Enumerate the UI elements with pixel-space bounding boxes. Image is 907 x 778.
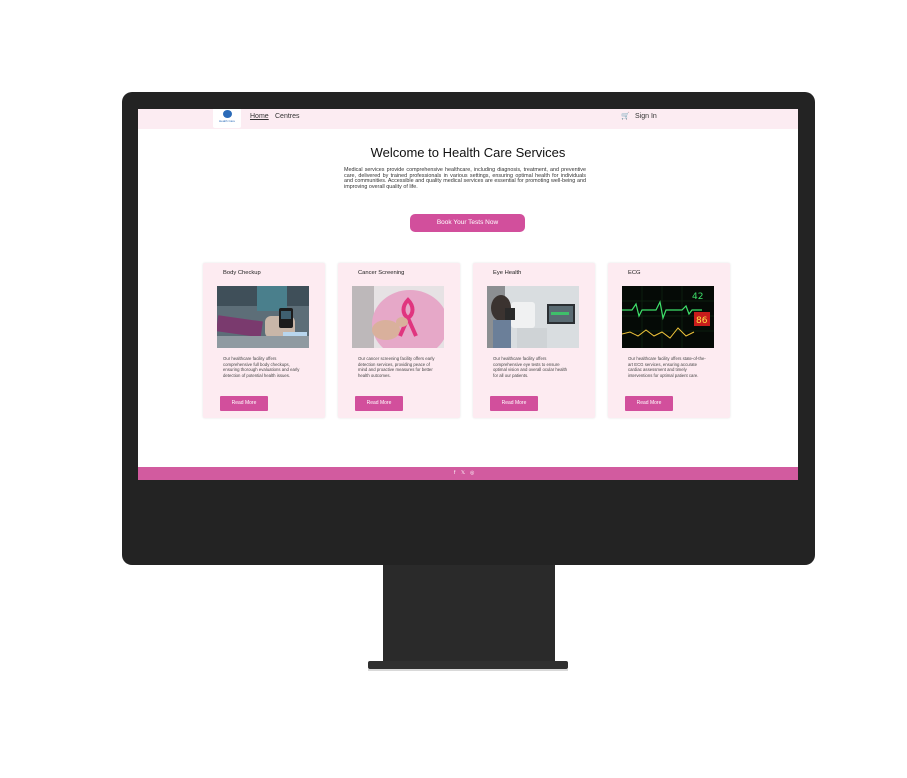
card-title: ECG [628, 270, 641, 276]
facebook-icon[interactable]: f [454, 470, 455, 476]
card-title: Body Checkup [223, 270, 261, 276]
book-tests-button[interactable]: Book Your Tests Now [410, 214, 525, 232]
nav-link-centres[interactable]: Centres [275, 113, 300, 120]
nav-link-home[interactable]: Home [250, 113, 269, 120]
page-title: Welcome to Health Care Services [370, 145, 566, 160]
logo-text: Health Care [218, 119, 235, 123]
screen: Health Care Home Centres 🛒 Sign In Welco… [138, 109, 798, 480]
pink-ribbon-photo [352, 286, 444, 348]
card-title: Eye Health [493, 270, 522, 276]
card-description: Our cancer screening facility offers ear… [358, 356, 435, 378]
logo-mark-icon [223, 110, 232, 118]
card-description: Our healthcare facility offers comprehen… [223, 356, 300, 378]
service-card-eye-health: Eye Health Our healthcare facility offer… [473, 263, 595, 418]
blood-pressure-checkup-photo [217, 286, 309, 348]
monitor-frame: Health Care Home Centres 🛒 Sign In Welco… [122, 92, 815, 565]
service-card-body-checkup: Body Checkup Our healthcare facility off… [203, 263, 325, 418]
monitor-stand-shadow [368, 669, 568, 671]
service-card-cancer-screening: Cancer Screening Our cancer screening fa… [338, 263, 460, 418]
x-icon[interactable]: 𝕏 [461, 470, 465, 476]
monitor-stand-neck [383, 565, 555, 663]
read-more-button[interactable]: Read More [490, 396, 538, 411]
read-more-button[interactable]: Read More [355, 396, 403, 411]
card-title: Cancer Screening [358, 270, 405, 276]
hero-description: Medical services provide comprehensive h… [344, 167, 586, 190]
ecg-value-mid: 86 [696, 316, 708, 326]
footer: f 𝕏 ◎ [138, 467, 798, 480]
service-card-ecg: ECG 86 42 Our healthcare facility offers… [608, 263, 730, 418]
card-description: Our healthcare facility offers state-of-… [628, 356, 706, 378]
monitor-stand-base [368, 661, 568, 669]
navbar: Health Care Home Centres 🛒 Sign In [138, 109, 798, 129]
eye-exam-photo [487, 286, 579, 348]
cart-icon[interactable]: 🛒 [621, 112, 630, 120]
read-more-button[interactable]: Read More [220, 396, 268, 411]
ecg-monitor-photo: 86 42 [622, 286, 714, 348]
logo[interactable]: Health Care [213, 109, 241, 128]
sign-in-link[interactable]: Sign In [635, 113, 657, 120]
card-description: Our healthcare facility offers comprehen… [493, 356, 568, 378]
instagram-icon[interactable]: ◎ [470, 470, 474, 476]
read-more-button[interactable]: Read More [625, 396, 673, 411]
ecg-value-top: 42 [692, 292, 703, 302]
